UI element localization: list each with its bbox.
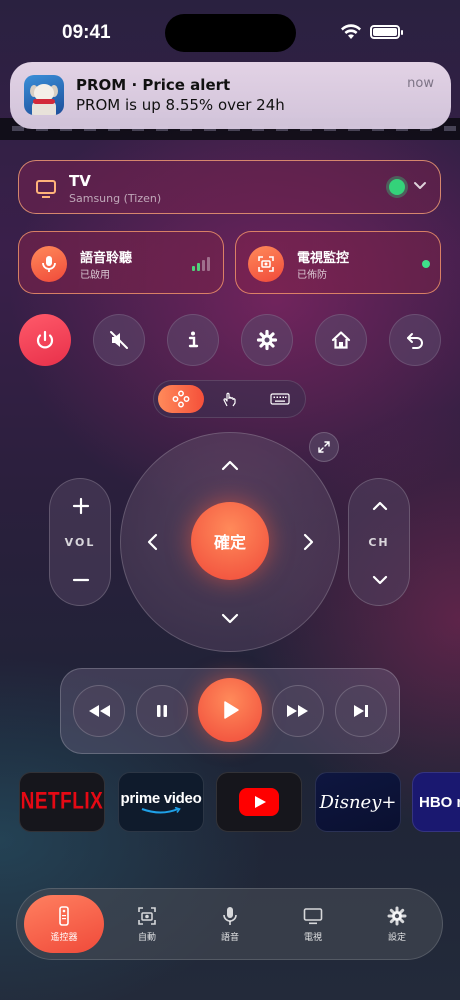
play-button[interactable] [198,678,262,742]
tab-voice-label: 語音 [220,932,239,943]
ok-button[interactable]: 確定 [191,502,269,580]
dpad-mode-tab[interactable] [158,385,204,413]
dpad-mode-icon [172,390,190,408]
mute-icon [110,331,128,349]
volume-label: VOL [64,536,96,549]
bottom-tab-bar: 遙控器 自動 語音 電視 設定 [16,888,443,960]
keyboard-mode-tab[interactable] [257,385,303,413]
tab-settings[interactable]: 設定 [357,895,437,953]
channel-label: CH [368,536,390,549]
back-icon [407,333,423,349]
camera-scan-icon [248,246,284,282]
volume-up-icon[interactable] [71,496,91,516]
skip-next-icon [354,705,368,717]
microphone-icon [223,906,237,925]
gear-icon [387,906,407,925]
rewind-icon [89,705,110,717]
battery-icon [370,25,403,39]
volume-down-icon[interactable] [71,570,91,590]
camera-auto-icon [138,906,156,925]
skip-next-button[interactable] [335,685,387,737]
chevron-down-icon[interactable] [413,178,427,192]
dog-app-icon [24,75,64,115]
voice-listen-card[interactable]: 語音聆聽 已啟用 [18,231,224,294]
tab-remote-label: 遙控器 [50,932,78,943]
netflix-app-tile[interactable]: NETFLIX [19,772,105,832]
status-time: 09:41 [62,22,111,43]
settings-button[interactable] [241,314,293,366]
fast-forward-icon [287,705,308,717]
prime-smile-icon [141,806,181,813]
prime-video-app-tile[interactable]: prime video [118,772,204,832]
volume-control: VOL [49,478,111,606]
expand-button[interactable] [309,432,339,462]
expand-arrows-icon [318,441,330,453]
control-mode-switch [153,380,306,418]
tv-monitor-title: 電視監控 [297,251,350,266]
device-selector[interactable]: TV Samsung (Tizen) [18,160,441,214]
tab-auto-label: 自動 [137,932,156,943]
netflix-logo: NETFLIX [20,788,104,815]
touchpad-mode-tab[interactable] [207,385,253,413]
touch-hand-icon [223,392,236,407]
power-icon [36,330,54,349]
home-button[interactable] [315,314,367,366]
info-button[interactable] [167,314,219,366]
tab-tv-label: 電視 [303,932,322,943]
tv-monitor-status: 已佈防 [297,270,327,281]
remote-icon [59,905,69,926]
hbo-max-logo: HBO max [419,793,460,811]
price-alert-notification[interactable]: PROM · Price alert PROM is up 8.55% over… [10,62,451,129]
youtube-logo-icon [239,788,279,816]
tab-voice[interactable]: 語音 [190,895,270,953]
dpad-down-icon[interactable] [218,606,242,630]
notification-time: now [407,76,434,91]
dpad-right-icon[interactable] [296,530,320,554]
device-model: Samsung (Tizen) [69,192,162,205]
prime-video-logo: prime video [120,789,202,807]
channel-up-icon[interactable] [370,496,390,516]
power-button[interactable] [19,314,71,366]
tv-monitor-card[interactable]: 電視監控 已佈防 [235,231,441,294]
channel-down-icon[interactable] [370,570,390,590]
dynamic-island [165,14,296,52]
play-icon [224,701,239,719]
armed-status-dot [422,260,430,268]
back-button[interactable] [389,314,441,366]
mute-button[interactable] [93,314,145,366]
youtube-app-tile[interactable] [216,772,302,832]
dpad-left-icon[interactable] [141,530,165,554]
microphone-icon [31,246,67,282]
tv-icon [36,180,56,198]
voice-listen-status: 已啟用 [80,270,110,281]
tab-settings-label: 設定 [387,932,406,943]
disney-plus-app-tile[interactable]: Disney+ [315,772,401,832]
tab-tv[interactable]: 電視 [273,895,353,953]
pause-button[interactable] [136,685,188,737]
notification-body: PROM is up 8.55% over 24h [76,96,285,114]
dpad-up-icon[interactable] [218,454,242,478]
channel-control: CH [348,478,410,606]
voice-listen-title: 語音聆聽 [80,251,133,266]
keyboard-icon [270,393,290,405]
notification-title: PROM · Price alert [76,76,231,94]
fast-forward-button[interactable] [272,685,324,737]
rewind-button[interactable] [73,685,125,737]
home-icon [331,331,351,349]
pause-icon [157,705,167,717]
settings-icon [256,329,278,351]
connected-status-dot [389,179,405,195]
signal-bars-icon [192,257,214,271]
wifi-icon [341,24,361,39]
tab-auto[interactable]: 自動 [107,895,187,953]
device-name: TV [69,172,91,190]
tab-remote[interactable]: 遙控器 [24,895,104,953]
hbo-max-app-tile[interactable]: HBO max [412,772,460,832]
disney-plus-logo: Disney+ [319,791,397,813]
tv-icon [303,907,323,924]
info-icon [188,331,199,348]
